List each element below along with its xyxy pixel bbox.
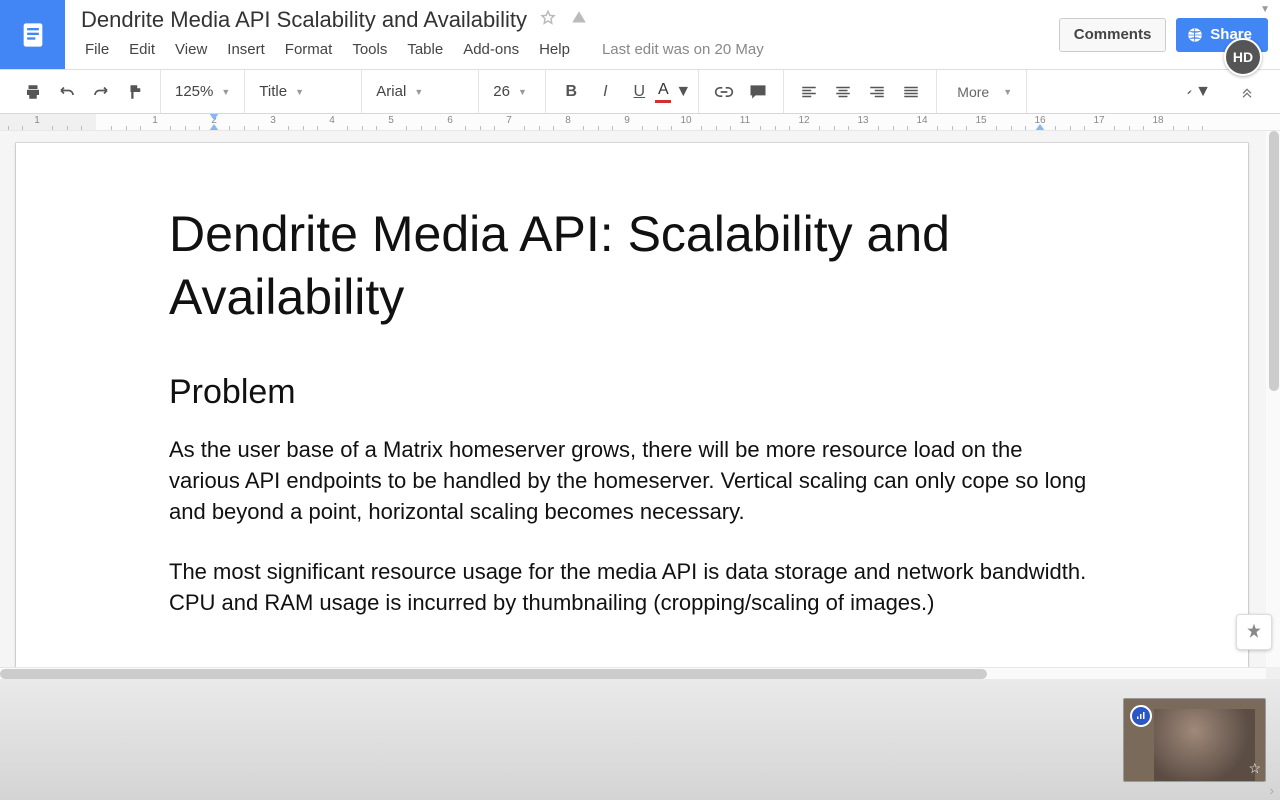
ruler-number: 11 [740,115,750,126]
ruler-number: 8 [565,115,571,126]
menu-table[interactable]: Table [397,37,453,62]
text-color-a-icon: A [658,81,669,99]
document-title[interactable]: Dendrite Media API Scalability and Avail… [75,5,533,35]
font-dropdown[interactable]: Arial▼ [370,78,470,106]
text-color-button[interactable]: A▼ [661,80,685,104]
doc-paragraph[interactable]: The most significant resource usage for … [169,556,1095,618]
video-thumbnail[interactable]: ☆ [1123,698,1266,782]
star-icon[interactable] [539,9,557,32]
ruler-number: 1 [152,115,158,126]
ruler-number: 6 [447,115,453,126]
header: Dendrite Media API Scalability and Avail… [0,0,1280,70]
menu-addons[interactable]: Add-ons [453,37,529,62]
ruler[interactable]: 21123456789101112131415161718 [0,114,1280,131]
menu-insert[interactable]: Insert [217,37,275,62]
docs-logo[interactable] [0,0,65,69]
scroll-thumb[interactable] [1269,131,1279,391]
ruler-number: 5 [388,115,394,126]
vertical-scrollbar[interactable] [1266,131,1280,667]
text-color-bar [655,100,671,103]
menu-help[interactable]: Help [529,37,580,62]
right-indent-marker[interactable] [1035,124,1045,131]
undo-icon[interactable] [55,80,79,104]
paint-format-icon[interactable] [123,80,147,104]
explore-icon [1244,622,1264,642]
more-label: More [951,84,995,100]
ruler-number: 18 [1152,115,1163,126]
video-feed [1154,709,1255,781]
ruler-number: 3 [270,115,276,126]
bold-button[interactable]: B [559,80,583,104]
insert-link-icon[interactable] [712,80,736,104]
align-right-icon[interactable] [865,80,889,104]
menu-format[interactable]: Format [275,37,343,62]
header-main: Dendrite Media API Scalability and Avail… [65,0,1047,69]
globe-icon [1186,26,1204,44]
horizontal-scrollbar[interactable] [0,667,1266,679]
left-indent-marker[interactable] [209,124,219,131]
comments-button[interactable]: Comments [1059,18,1167,52]
docs-icon [19,21,47,49]
insert-comment-icon[interactable] [746,80,770,104]
move-to-drive-icon[interactable] [569,9,589,32]
underline-button[interactable]: U [627,80,651,104]
font-value: Arial [376,83,406,100]
toolbar: 125%▼ Title▼ Arial▼ 26▼ B I U A▼ More▼ ▼ [0,70,1280,114]
ruler-number: 9 [624,115,630,126]
chevron-right-icon[interactable]: › [1270,783,1274,798]
signal-icon [1130,705,1152,727]
first-line-indent-marker[interactable] [209,114,219,120]
ruler-number: 10 [680,115,691,126]
document-page[interactable]: Dendrite Media API: Scalability and Avai… [16,143,1248,667]
doc-h2-problem[interactable]: Problem [169,373,1095,412]
doc-paragraph[interactable]: As the user base of a Matrix homeserver … [169,434,1095,528]
paragraph-style-dropdown[interactable]: Title▼ [253,78,353,106]
menu-tools[interactable]: Tools [342,37,397,62]
account-chevron-icon[interactable]: ▼ [1260,4,1270,15]
redo-icon[interactable] [89,80,113,104]
titlebar: Dendrite Media API Scalability and Avail… [75,0,1047,34]
print-icon[interactable] [21,80,45,104]
ruler-number: 15 [975,115,986,126]
ruler-number: 14 [916,115,927,126]
menu-file[interactable]: File [75,37,119,62]
doc-title-text[interactable]: Dendrite Media API: Scalability and Avai… [169,203,1095,329]
zoom-value: 125% [175,83,213,100]
menu-view[interactable]: View [165,37,217,62]
ruler-number: 17 [1093,115,1104,126]
editing-mode-dropdown[interactable]: ▼ [1187,80,1211,104]
scroll-thumb[interactable] [0,669,987,679]
page-scroll-area[interactable]: Dendrite Media API: Scalability and Avai… [0,131,1266,667]
avatar[interactable]: HD [1224,38,1262,76]
more-tools-dropdown[interactable]: More▼ [945,78,1018,106]
ruler-number: 1 [34,115,40,126]
menu-edit[interactable]: Edit [119,37,165,62]
thumbnail-star-icon[interactable]: ☆ [1248,760,1261,777]
hangouts-panel: ☆ › [0,679,1280,800]
collapse-toolbar-icon[interactable] [1235,80,1259,104]
size-value: 26 [493,83,510,100]
align-left-icon[interactable] [797,80,821,104]
ruler-number: 12 [798,115,809,126]
align-justify-icon[interactable] [899,80,923,104]
italic-button[interactable]: I [593,80,617,104]
font-size-dropdown[interactable]: 26▼ [487,78,537,106]
align-center-icon[interactable] [831,80,855,104]
explore-button[interactable] [1236,614,1272,650]
ruler-number: 4 [329,115,335,126]
workspace: Dendrite Media API: Scalability and Avai… [0,131,1280,800]
zoom-dropdown[interactable]: 125%▼ [169,78,236,106]
ruler-number: 13 [857,115,868,126]
ruler-number: 7 [506,115,512,126]
last-edit-text[interactable]: Last edit was on 20 May [592,37,774,62]
menubar: File Edit View Insert Format Tools Table… [75,34,1047,64]
style-value: Title [259,83,287,100]
